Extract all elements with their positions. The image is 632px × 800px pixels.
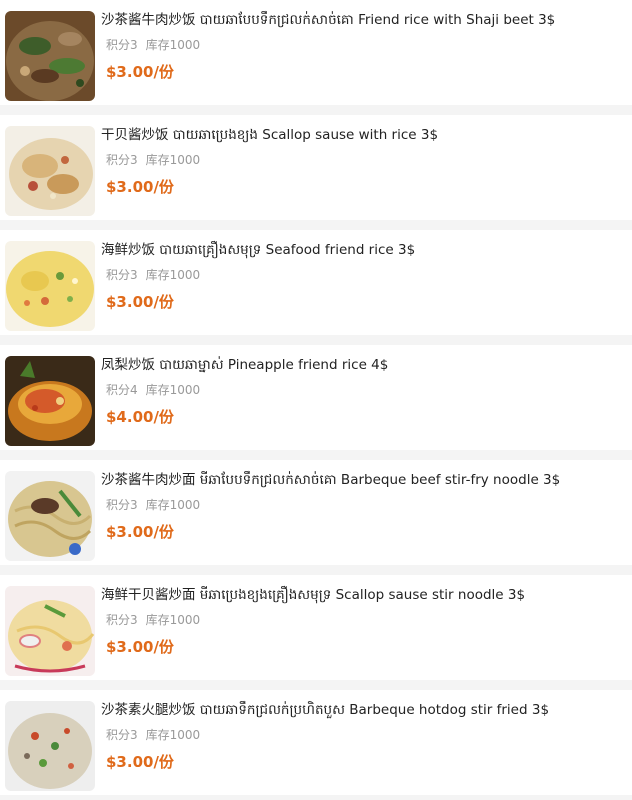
points-label: 积分3	[106, 38, 138, 52]
product-meta: 积分3 库存1000	[106, 267, 200, 283]
product-title: 海鲜干贝酱炒面 មីឆាប្រេងខ្យងគ្រឿងសមុទ្រ Scallop…	[101, 587, 526, 603]
product-price: $3.00/份	[106, 293, 174, 311]
product-price: $4.00/份	[106, 408, 174, 426]
product-item[interactable]: 沙茶酱牛肉炒饭 បាយឆាបែបទឹកជ្រលក់សាច់គោ Friend r…	[0, 0, 632, 105]
points-label: 积分3	[106, 728, 138, 742]
product-title: 凤梨炒饭 បាយឆាម្នាស់ Pineapple friend rice 4…	[101, 357, 389, 373]
product-list: 沙茶酱牛肉炒饭 បាយឆាបែបទឹកជ្រលក់សាច់គោ Friend r…	[0, 0, 632, 800]
product-meta: 积分3 库存1000	[106, 612, 200, 628]
points-label: 积分3	[106, 613, 138, 627]
hotdog-fried-rice-photo[interactable]	[5, 701, 95, 791]
product-price: $3.00/份	[106, 63, 174, 81]
product-item[interactable]: 沙茶酱牛肉炒面 មីឆាបែបទឹកជ្រលក់សាច់គោ Barbeque …	[0, 460, 632, 565]
product-item[interactable]: 海鲜干贝酱炒面 មីឆាប្រេងខ្យងគ្រឿងសមុទ្រ Scallop…	[0, 575, 632, 680]
seafood-fried-rice-photo[interactable]	[5, 241, 95, 331]
product-price: $3.00/份	[106, 753, 174, 771]
product-item[interactable]: 海鲜炒饭 បាយឆាគ្រឿងសមុទ្រ Seafood friend ric…	[0, 230, 632, 335]
stock-label: 库存1000	[145, 38, 201, 52]
scallop-fried-rice-photo[interactable]	[5, 126, 95, 216]
product-meta: 积分3 库存1000	[106, 152, 200, 168]
stock-label: 库存1000	[145, 498, 201, 512]
product-price: $3.00/份	[106, 638, 174, 656]
product-meta: 积分3 库存1000	[106, 497, 200, 513]
product-item[interactable]: 沙茶素火腿炒饭 បាយឆាទឹកជ្រលក់ប្រហិតបួស Barbeque…	[0, 690, 632, 795]
fried-rice-beef-photo[interactable]	[5, 11, 95, 101]
product-price: $3.00/份	[106, 523, 174, 541]
stock-label: 库存1000	[145, 153, 201, 167]
product-item[interactable]: 干贝酱炒饭 បាយឆាប្រេងខ្យង Scallop sause with …	[0, 115, 632, 220]
product-meta: 积分3 库存1000	[106, 37, 200, 53]
points-label: 积分3	[106, 268, 138, 282]
stock-label: 库存1000	[145, 383, 201, 397]
points-label: 积分3	[106, 498, 138, 512]
product-title: 干贝酱炒饭 បាយឆាប្រេងខ្យង Scallop sause with …	[101, 127, 439, 143]
stock-label: 库存1000	[145, 613, 201, 627]
product-title: 海鲜炒饭 បាយឆាគ្រឿងសមុទ្រ Seafood friend ric…	[101, 242, 416, 258]
product-title: 沙茶酱牛肉炒饭 បាយឆាបែបទឹកជ្រលក់សាច់គោ Friend r…	[101, 12, 556, 28]
stock-label: 库存1000	[145, 728, 201, 742]
product-item[interactable]: 凤梨炒饭 បាយឆាម្នាស់ Pineapple friend rice 4…	[0, 345, 632, 450]
product-title: 沙茶素火腿炒饭 បាយឆាទឹកជ្រលក់ប្រហិតបួស Barbeque…	[101, 702, 550, 718]
seafood-noodle-photo[interactable]	[5, 586, 95, 676]
product-title: 沙茶酱牛肉炒面 មីឆាបែបទឹកជ្រលក់សាច់គោ Barbeque …	[101, 472, 561, 488]
points-label: 积分3	[106, 153, 138, 167]
beef-noodle-photo[interactable]	[5, 471, 95, 561]
pineapple-fried-rice-photo[interactable]	[5, 356, 95, 446]
stock-label: 库存1000	[145, 268, 201, 282]
product-meta: 积分3 库存1000	[106, 727, 200, 743]
product-meta: 积分4 库存1000	[106, 382, 200, 398]
product-price: $3.00/份	[106, 178, 174, 196]
points-label: 积分4	[106, 383, 138, 397]
